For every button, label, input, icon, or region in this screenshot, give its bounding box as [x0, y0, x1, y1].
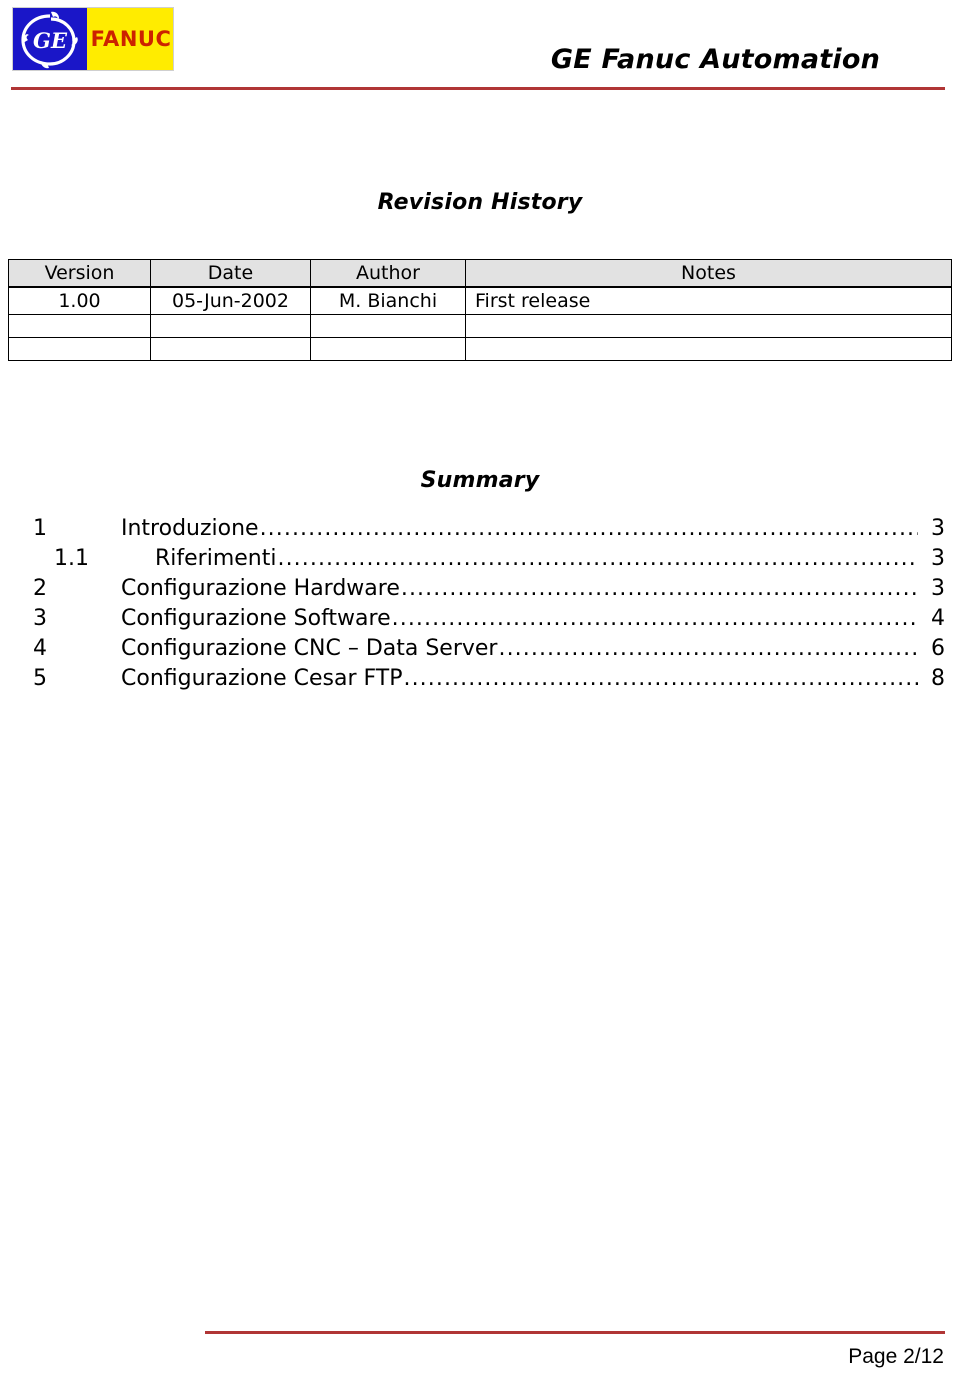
summary-title: Summary [420, 468, 540, 493]
toc-leader: ........................................… [403, 666, 919, 691]
toc-page-number: 3 [931, 546, 945, 571]
toc-label: Configurazione Cesar FTP [121, 666, 403, 691]
toc-number: 1 [33, 516, 47, 541]
toc-entry[interactable]: 2 Configurazione Hardware ..............… [15, 574, 945, 604]
cell-date: 05-Jun-2002 [150, 286, 311, 315]
cell-date [150, 337, 311, 361]
toc-label: Introduzione [121, 516, 259, 541]
footer-divider [205, 1331, 945, 1334]
toc-entry[interactable]: 1 Introduzione .........................… [15, 514, 945, 544]
toc-number: 1.1 [54, 546, 89, 571]
toc-number: 4 [33, 636, 47, 661]
cell-author: M. Bianchi [310, 286, 466, 315]
cell-date [150, 314, 311, 338]
cell-notes [465, 314, 952, 338]
toc-page-number: 4 [931, 606, 945, 631]
toc-page-number: 3 [931, 576, 945, 601]
table-of-contents: 1 Introduzione .........................… [15, 514, 945, 694]
toc-page-number: 8 [931, 666, 945, 691]
toc-entry[interactable]: 1.1 Riferimenti ........................… [15, 544, 945, 574]
revision-history-title: Revision History [377, 190, 583, 215]
toc-leader: ........................................… [400, 576, 918, 601]
cell-notes [465, 337, 952, 361]
table-row: 1.00 05-Jun-2002 M. Bianchi First releas… [8, 286, 952, 315]
column-header-author: Author [310, 259, 466, 288]
header-title: GE Fanuc Automation [550, 44, 880, 75]
toc-number: 2 [33, 576, 47, 601]
page-number: Page 2/12 [848, 1345, 944, 1368]
table-header-row: Version Date Author Notes [8, 259, 952, 288]
column-header-date: Date [150, 259, 311, 288]
toc-page-number: 3 [931, 516, 945, 541]
table-row [8, 337, 952, 361]
table-row [8, 314, 952, 338]
cell-version [8, 314, 151, 338]
column-header-notes: Notes [465, 259, 952, 288]
cell-notes: First release [465, 286, 952, 315]
cell-author [310, 337, 466, 361]
toc-label: Configurazione Hardware [121, 576, 400, 601]
page-header: GE FANUC GE Fanuc Automation [0, 0, 960, 96]
toc-leader: ........................................… [391, 606, 918, 631]
toc-entry[interactable]: 4 Configurazione CNC – Data Server .....… [15, 634, 945, 664]
toc-label: Riferimenti [155, 546, 277, 571]
toc-number: 5 [33, 666, 47, 691]
toc-entry[interactable]: 3 Configurazione Software ..............… [15, 604, 945, 634]
toc-leader: ........................................… [498, 636, 918, 661]
toc-label: Configurazione Software [121, 606, 391, 631]
page-content: Revision History Version Date Author Not… [0, 96, 960, 694]
column-header-version: Version [8, 259, 151, 288]
header-divider [11, 87, 945, 90]
cell-version [8, 337, 151, 361]
toc-page-number: 6 [931, 636, 945, 661]
toc-leader: ........................................… [259, 516, 918, 541]
toc-number: 3 [33, 606, 47, 631]
toc-leader: ........................................… [277, 546, 918, 571]
toc-entry[interactable]: 5 Configurazione Cesar FTP .............… [15, 664, 945, 694]
toc-label: Configurazione CNC – Data Server [121, 636, 498, 661]
revision-history-table: Version Date Author Notes 1.00 05-Jun-20… [8, 259, 952, 361]
cell-version: 1.00 [8, 286, 151, 315]
cell-author [310, 314, 466, 338]
